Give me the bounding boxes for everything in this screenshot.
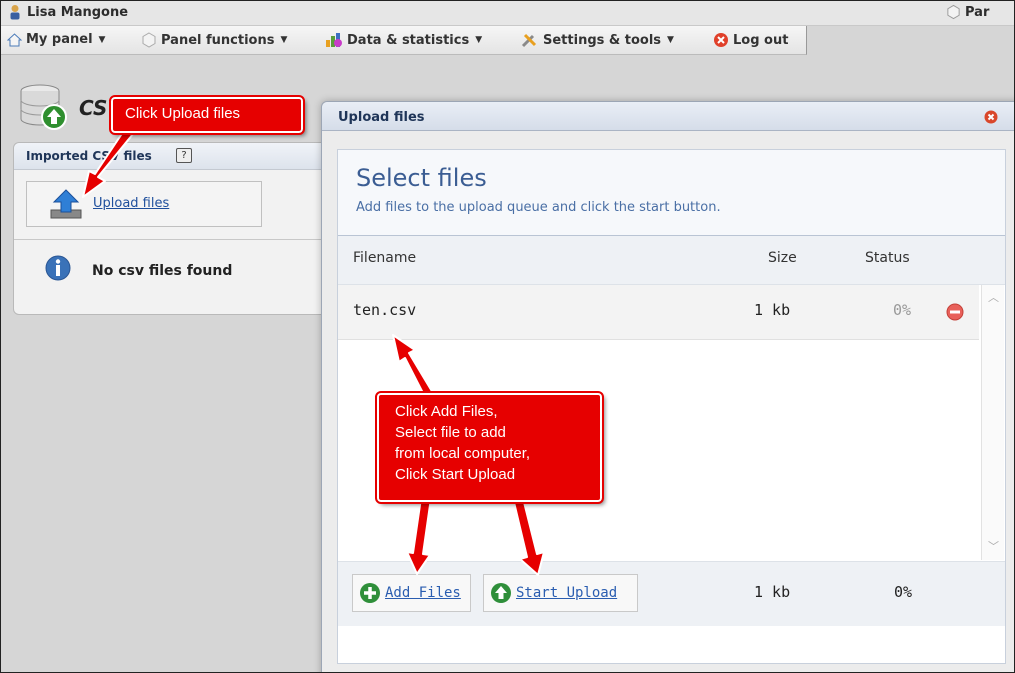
hint-line: Click Start Upload [395,466,516,483]
upload-hint-text: Click Upload files [125,105,241,122]
hint-line: from local computer, [395,445,531,462]
add-files-hint-callout: Click Add Files, Select file to add from… [375,391,604,504]
upload-hint-callout: Click Upload files [109,95,305,135]
hint-line: Click Add Files, [395,403,498,420]
app-window: Lisa Mangone Par My panel ▼ Panel functio… [0,0,1015,673]
hint-line: Select file to add [395,424,506,441]
